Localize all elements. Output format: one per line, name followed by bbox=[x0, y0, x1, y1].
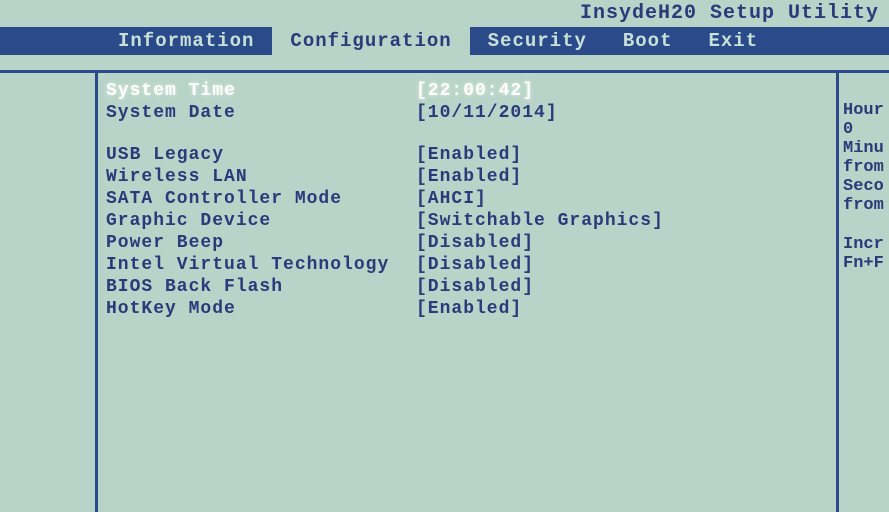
tab-information[interactable]: Information bbox=[100, 27, 272, 55]
setting-system-time[interactable]: System Time [22:00:42] bbox=[106, 81, 836, 101]
setting-label: Wireless LAN bbox=[106, 167, 416, 187]
setting-intel-vt[interactable]: Intel Virtual Technology [Disabled] bbox=[106, 255, 836, 275]
help-text: Seco bbox=[843, 177, 885, 196]
setting-label: Power Beep bbox=[106, 233, 416, 253]
spacer bbox=[106, 125, 836, 145]
setting-label: HotKey Mode bbox=[106, 299, 416, 319]
setting-hotkey-mode[interactable]: HotKey Mode [Enabled] bbox=[106, 299, 836, 319]
tab-security[interactable]: Security bbox=[470, 27, 605, 55]
setting-label: Graphic Device bbox=[106, 211, 416, 231]
utility-title: InsydeH20 Setup Utility bbox=[580, 2, 879, 25]
setting-label: Intel Virtual Technology bbox=[106, 255, 416, 275]
help-text: from bbox=[843, 196, 885, 215]
tab-exit[interactable]: Exit bbox=[690, 27, 776, 55]
setting-value[interactable]: [Enabled] bbox=[416, 167, 522, 187]
tab-boot[interactable]: Boot bbox=[605, 27, 691, 55]
setting-label: SATA Controller Mode bbox=[106, 189, 416, 209]
setting-bios-back-flash[interactable]: BIOS Back Flash [Disabled] bbox=[106, 277, 836, 297]
setting-usb-legacy[interactable]: USB Legacy [Enabled] bbox=[106, 145, 836, 165]
setting-value[interactable]: [Disabled] bbox=[416, 277, 534, 297]
help-text: Fn+F bbox=[843, 254, 885, 273]
main-panel: System Time [22:00:42] System Date [10/1… bbox=[95, 73, 839, 512]
setting-sata-controller[interactable]: SATA Controller Mode [AHCI] bbox=[106, 189, 836, 209]
content-area: System Time [22:00:42] System Date [10/1… bbox=[0, 70, 889, 512]
setting-wireless-lan[interactable]: Wireless LAN [Enabled] bbox=[106, 167, 836, 187]
help-text: Minu bbox=[843, 139, 885, 158]
setting-label: BIOS Back Flash bbox=[106, 277, 416, 297]
tab-bar: Information Configuration Security Boot … bbox=[0, 27, 889, 55]
setting-power-beep[interactable]: Power Beep [Disabled] bbox=[106, 233, 836, 253]
setting-value[interactable]: [AHCI] bbox=[416, 189, 487, 209]
setting-label: System Time bbox=[106, 81, 416, 101]
tab-configuration[interactable]: Configuration bbox=[272, 27, 469, 55]
setting-value[interactable]: [Disabled] bbox=[416, 255, 534, 275]
setting-value[interactable]: [Disabled] bbox=[416, 233, 534, 253]
setting-value[interactable]: [22:00:42] bbox=[416, 81, 534, 101]
help-text: Incr bbox=[843, 235, 885, 254]
setting-value[interactable]: [Switchable Graphics] bbox=[416, 211, 664, 231]
help-panel: Hour 0 Minu from Seco from Incr Fn+F bbox=[839, 73, 889, 512]
setting-graphic-device[interactable]: Graphic Device [Switchable Graphics] bbox=[106, 211, 836, 231]
setting-label: System Date bbox=[106, 103, 416, 123]
help-text: from bbox=[843, 158, 885, 177]
setting-label: USB Legacy bbox=[106, 145, 416, 165]
help-text: Hour bbox=[843, 101, 885, 120]
setting-value[interactable]: [Enabled] bbox=[416, 145, 522, 165]
help-text: 0 bbox=[843, 120, 885, 139]
setting-system-date[interactable]: System Date [10/11/2014] bbox=[106, 103, 836, 123]
setting-value[interactable]: [10/11/2014] bbox=[416, 103, 558, 123]
setting-value[interactable]: [Enabled] bbox=[416, 299, 522, 319]
title-bar: InsydeH20 Setup Utility bbox=[0, 0, 889, 27]
